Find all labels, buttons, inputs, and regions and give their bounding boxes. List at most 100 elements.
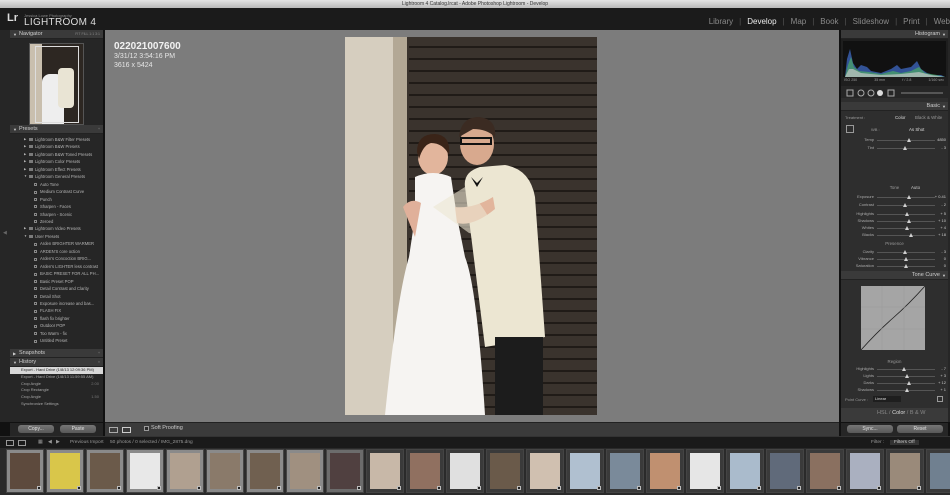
preset-item[interactable]: Medium Contrast Curve [24, 188, 103, 195]
preset-item[interactable]: Sharpen - Scenic [24, 211, 103, 218]
module-print[interactable]: Print [903, 17, 919, 26]
filmstrip[interactable] [0, 448, 950, 495]
preset-item[interactable]: Exposure increase and bas... [24, 300, 103, 307]
module-book[interactable]: Book [820, 17, 838, 26]
slider-knob[interactable] [906, 138, 911, 142]
filmstrip-thumbnail[interactable] [166, 449, 204, 493]
tone-curve-header[interactable]: Tone Curve ▼ [841, 271, 948, 280]
left-panel-edge[interactable]: ◀ [0, 30, 10, 422]
filmstrip-thumbnail[interactable] [326, 449, 364, 493]
slider-knob[interactable] [904, 388, 909, 392]
slider-exposure[interactable]: Exposure + 0.41 [841, 194, 948, 200]
slider-track[interactable] [877, 383, 935, 384]
hsl-tab[interactable]: B & W [910, 410, 926, 416]
slider-value[interactable]: - 2 [941, 202, 946, 207]
expand-triangle-icon[interactable]: ▶ [24, 151, 26, 158]
slider-knob[interactable] [906, 195, 911, 199]
slider-knob[interactable] [905, 212, 910, 216]
filmstrip-thumbnail[interactable] [526, 449, 564, 493]
slider-knob[interactable] [903, 203, 908, 207]
preset-item[interactable]: FLASH FIX [24, 307, 103, 314]
preset-item[interactable]: Sharpen - Faces [24, 203, 103, 210]
preset-folder[interactable]: ▼ Lightroom General Presets [24, 173, 103, 180]
expand-triangle-icon[interactable]: ▶ [24, 158, 26, 165]
target-adjust-icon[interactable] [937, 396, 943, 402]
basic-header[interactable]: Basic ▼ [841, 102, 948, 111]
main-photo[interactable] [345, 37, 597, 415]
slider-value[interactable]: + 18 [938, 232, 946, 237]
filter-select[interactable]: Filters Off [890, 440, 919, 445]
preset-item[interactable]: flash fix brighter [24, 315, 103, 322]
add-preset-icon[interactable]: + [98, 125, 100, 134]
before-after-icon[interactable] [122, 427, 131, 433]
slider-knob[interactable] [905, 374, 910, 378]
filmstrip-thumbnail[interactable] [286, 449, 324, 493]
filmstrip-thumbnail[interactable] [566, 449, 604, 493]
slider-value[interactable]: 0 [944, 256, 946, 261]
filmstrip-thumbnail[interactable] [886, 449, 924, 493]
grid-view-icon[interactable] [18, 440, 26, 446]
slider-clarity[interactable]: Clarity - 3 [841, 249, 948, 255]
hsl-tab[interactable]: HSL [877, 410, 888, 416]
history-item[interactable]: Export - Hard Drive (1/8/13 12:09:36 PM) [10, 367, 103, 374]
slider-darks[interactable]: Darks + 12 [841, 380, 948, 386]
slider-knob[interactable] [902, 146, 907, 150]
preset-item[interactable]: Detail Shot [24, 293, 103, 300]
histogram-header[interactable]: Histogram ▼ [841, 30, 948, 39]
collapse-left-icon[interactable]: ◀ [3, 230, 7, 236]
slider-whites[interactable]: Whites + 4 [841, 225, 948, 231]
sync-button[interactable]: Sync... [847, 425, 893, 433]
clear-history-icon[interactable]: × [98, 358, 100, 367]
previous-import-label[interactable]: Previous Import [70, 440, 104, 445]
expand-triangle-icon[interactable]: ▶ [24, 136, 26, 143]
preset-folder[interactable]: ▶ Lightroom B&W Toned Presets [24, 151, 103, 158]
module-library[interactable]: Library [709, 17, 733, 26]
slider-knob[interactable] [901, 367, 906, 371]
filmstrip-thumbnail[interactable] [726, 449, 764, 493]
snapshots-header[interactable]: ▶ Snapshots + [10, 349, 103, 358]
slider-knob[interactable] [907, 381, 912, 385]
auto-tone-button[interactable]: Auto [911, 185, 920, 190]
treatment-bw[interactable]: Black & White [915, 115, 942, 120]
preset-item[interactable]: BASIC PRESET FOR ALL PH... [24, 270, 103, 277]
forward-arrow-icon[interactable]: ▶ [56, 440, 60, 445]
presets-header[interactable]: ▼ Presets + [10, 125, 103, 134]
slider-knob[interactable] [904, 257, 908, 261]
tone-curve-graph[interactable] [860, 285, 926, 351]
expand-triangle-icon[interactable]: ▶ [24, 225, 26, 232]
slider-value[interactable]: 4850 [937, 137, 946, 142]
slider-highlights[interactable]: Highlights + 5 [841, 211, 948, 217]
navigator-preview-area[interactable] [10, 39, 103, 125]
preset-folder[interactable]: ▶ Lightroom Effect Presets [24, 166, 103, 173]
preset-folder[interactable]: ▶ Lightroom Video Presets [24, 225, 103, 232]
slider-blacks[interactable]: Blacks + 18 [841, 232, 948, 238]
slider-value[interactable]: + 12 [938, 380, 946, 385]
brush-slider[interactable] [901, 92, 943, 94]
wb-preset[interactable]: As Shot [909, 127, 924, 132]
expand-triangle-icon[interactable]: ▶ [24, 143, 26, 150]
slider-saturation[interactable]: Saturation 0 [841, 263, 948, 269]
back-arrow-icon[interactable]: ◀ [48, 440, 52, 445]
slider-tint[interactable]: Tint - 3 [841, 145, 948, 151]
module-web[interactable]: Web [934, 17, 950, 26]
slider-track[interactable] [877, 369, 935, 370]
photo-count[interactable]: 50 photos / 0 selected / IMG_2875.dng [110, 440, 193, 445]
slider-track[interactable] [877, 235, 935, 236]
hsl-header[interactable]: HSL / Color / B & W [841, 408, 948, 422]
expand-triangle-icon[interactable]: ▶ [24, 166, 26, 173]
filmstrip-thumbnail[interactable] [646, 449, 684, 493]
slider-knob[interactable] [909, 233, 914, 237]
preset-item[interactable]: Arden's LIGHTER less contrast [24, 263, 103, 270]
history-item[interactable]: Export - Hard Drive (1/8/13 11:59:55 AM) [10, 374, 103, 381]
history-header[interactable]: ▼ History × [10, 358, 103, 367]
filmstrip-thumbnail[interactable] [606, 449, 644, 493]
filmstrip-thumbnail[interactable] [686, 449, 724, 493]
slider-value[interactable]: - 3 [941, 249, 946, 254]
history-item[interactable]: Synchronize Settings [10, 401, 103, 408]
slider-vibrance[interactable]: Vibrance 0 [841, 256, 948, 262]
history-item[interactable]: Crop Angle 1.50 [10, 394, 103, 401]
slider-value[interactable]: + 4 [940, 225, 946, 230]
filmstrip-thumbnail[interactable] [6, 449, 44, 493]
slider-contrast[interactable]: Contrast - 2 [841, 202, 948, 208]
preset-item[interactable]: ARDEN'S core oction [24, 248, 103, 255]
